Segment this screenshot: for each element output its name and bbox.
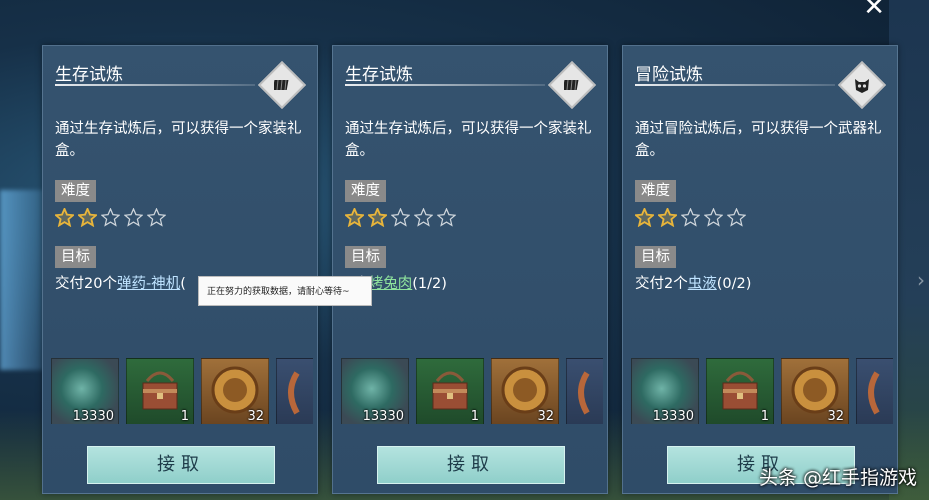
star-filled-icon — [345, 208, 364, 227]
star-empty-icon — [147, 208, 166, 227]
difficulty-label: 难度 — [55, 180, 96, 202]
close-icon[interactable]: ✕ — [863, 0, 885, 20]
star-empty-icon — [414, 208, 433, 227]
goal-text: 交付2个虫液(0/2) — [635, 272, 751, 293]
reward-list: 13330 1 32 — [341, 358, 603, 424]
star-empty-icon — [681, 208, 700, 227]
goal-progress: (1/2) — [412, 276, 447, 292]
mask-icon — [837, 60, 887, 110]
star-filled-icon — [368, 208, 387, 227]
reward-list: 13330 1 32 — [51, 358, 313, 424]
trial-description: 通过生存试炼后，可以获得一个家装礼盒。 — [345, 121, 592, 159]
difficulty-stars — [55, 208, 166, 227]
book-icon — [547, 60, 597, 110]
trial-card-3: 冒险试炼 通过冒险试炼后，可以获得一个武器礼盒。 难度 目标 交付2个虫液(0/… — [622, 45, 898, 494]
reward-count: 1 — [180, 409, 189, 424]
title-divider — [55, 84, 255, 86]
accept-button[interactable]: 接取 — [377, 446, 565, 484]
title-divider — [635, 84, 835, 86]
bronze-item-icon[interactable] — [856, 358, 893, 424]
difficulty-label: 难度 — [345, 180, 386, 202]
card-title: 冒险试炼 — [635, 65, 703, 85]
goal-label: 目标 — [635, 246, 676, 268]
title-divider — [345, 84, 545, 86]
chevron-right-icon[interactable]: › — [917, 268, 925, 292]
reward-list: 13330 1 32 — [631, 358, 893, 424]
reward-count: 32 — [827, 409, 844, 424]
star-empty-icon — [437, 208, 456, 227]
reward-count: 1 — [760, 409, 769, 424]
goal-text: 交付20个弹药-神机( — [55, 272, 186, 293]
trial-description: 通过生存试炼后，可以获得一个家装礼盒。 — [55, 121, 302, 159]
goal-item-link[interactable]: 弹药-神机 — [117, 276, 180, 292]
goal-item-link[interactable]: 虫液 — [688, 276, 717, 292]
goal-progress: ( — [180, 276, 186, 292]
trial-card-1: 生存试炼 通过生存试炼后，可以获得一个家装礼盒。 难度 目标 交付20个弹药-神… — [42, 45, 318, 494]
treasure-chest-icon[interactable]: 1 — [706, 358, 774, 424]
goal-label: 目标 — [345, 246, 386, 268]
bronze-item-icon[interactable] — [276, 358, 313, 424]
loading-tooltip: 正在努力的获取数据，请耐心等待~ — [198, 276, 372, 306]
star-empty-icon — [101, 208, 120, 227]
jade-ring-icon[interactable]: 13330 — [631, 358, 699, 424]
star-filled-icon — [658, 208, 677, 227]
jade-ring-icon[interactable]: 13330 — [341, 358, 409, 424]
goal-label: 目标 — [55, 246, 96, 268]
card-title: 生存试炼 — [345, 65, 413, 85]
trial-description: 通过冒险试炼后，可以获得一个武器礼盒。 — [635, 121, 882, 159]
goal-item-link[interactable]: 烤兔肉 — [369, 276, 413, 292]
reward-count: 32 — [537, 409, 554, 424]
gold-coin-icon[interactable]: 32 — [781, 358, 849, 424]
star-filled-icon — [78, 208, 97, 227]
star-empty-icon — [727, 208, 746, 227]
gold-coin-icon[interactable]: 32 — [201, 358, 269, 424]
star-empty-icon — [391, 208, 410, 227]
reward-count: 13330 — [72, 409, 114, 424]
reward-count: 1 — [470, 409, 479, 424]
goal-prefix: 交付20个 — [55, 276, 117, 292]
reward-count: 32 — [247, 409, 264, 424]
reward-count: 13330 — [652, 409, 694, 424]
difficulty-label: 难度 — [635, 180, 676, 202]
difficulty-stars — [635, 208, 746, 227]
star-filled-icon — [55, 208, 74, 227]
book-icon — [257, 60, 307, 110]
star-empty-icon — [704, 208, 723, 227]
jade-ring-icon[interactable]: 13330 — [51, 358, 119, 424]
trial-card-2: 生存试炼 通过生存试炼后，可以获得一个家装礼盒。 难度 目标 2个烤兔肉(1/2… — [332, 45, 608, 494]
bronze-item-icon[interactable] — [566, 358, 603, 424]
treasure-chest-icon[interactable]: 1 — [416, 358, 484, 424]
reward-count: 13330 — [362, 409, 404, 424]
star-empty-icon — [124, 208, 143, 227]
watermark: 头条 @红手指游戏 — [758, 467, 917, 489]
difficulty-stars — [345, 208, 456, 227]
goal-prefix: 交付2个 — [635, 276, 688, 292]
treasure-chest-icon[interactable]: 1 — [126, 358, 194, 424]
goal-progress: (0/2) — [716, 276, 752, 292]
star-filled-icon — [635, 208, 654, 227]
accept-button[interactable]: 接取 — [87, 446, 275, 484]
card-title: 生存试炼 — [55, 65, 123, 85]
gold-coin-icon[interactable]: 32 — [491, 358, 559, 424]
